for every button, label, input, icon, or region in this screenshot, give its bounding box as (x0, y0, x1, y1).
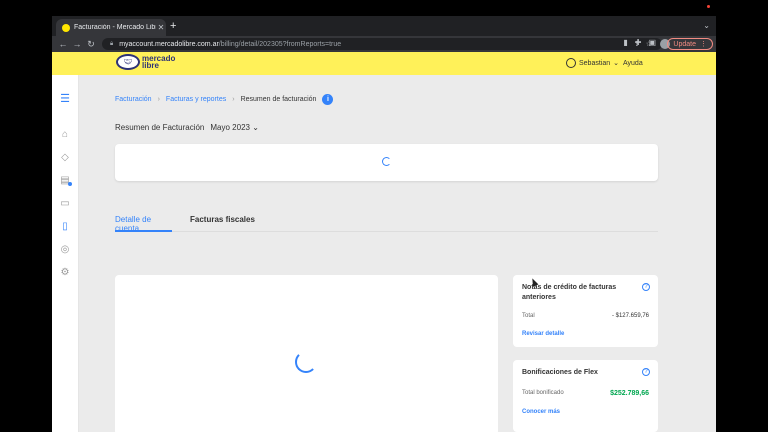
user-menu[interactable]: Sebastian ⌄ (566, 58, 619, 68)
mercadolibre-logo[interactable]: 🤝︎ mercado libre (116, 54, 175, 70)
summary-card (115, 144, 658, 181)
url-host: myaccount.mercadolibre.com.ar (119, 40, 219, 48)
payments-icon[interactable]: ▭ (59, 197, 71, 209)
update-label: Update (673, 40, 696, 48)
settings-gear-icon[interactable]: ⚙ (59, 266, 71, 278)
flex-title: Bonificaciones de Flex (522, 369, 598, 376)
tag-icon[interactable]: ◇ (59, 151, 71, 163)
address-bar[interactable]: 🔒︎ myaccount.mercadolibre.com.ar /billin… (102, 38, 662, 50)
extensions: ▮ ✚ ▣ (623, 38, 656, 47)
billing-icon[interactable]: ▯ (59, 220, 71, 232)
hamburger-menu-icon[interactable]: ☰ (59, 92, 71, 105)
loading-spinner-icon (295, 351, 317, 373)
info-icon[interactable]: i (322, 94, 334, 105)
forward-icon[interactable]: → (70, 39, 84, 49)
chevron-down-icon: ⌄ (252, 123, 259, 132)
store-icon[interactable]: ▤ (59, 174, 72, 186)
breadcrumb: Facturación › Facturas y reportes › Resu… (115, 94, 334, 105)
notification-dot (68, 182, 72, 186)
browser-tab[interactable]: Facturación - Mercado Libre ✕ (56, 19, 166, 36)
breadcrumb-facturas-reportes[interactable]: Facturas y reportes (166, 96, 226, 103)
period-value: Mayo 2023 (210, 123, 250, 132)
close-tab-icon[interactable]: ✕ (156, 23, 166, 32)
credit-notes-title: Notas de crédito de facturas anteriores (522, 284, 617, 301)
total-bonified-label: Total bonificado (522, 390, 564, 396)
handshake-logo-icon: 🤝︎ (116, 54, 140, 70)
help-question-icon[interactable]: ? (642, 283, 650, 291)
logo-text-line2: libre (142, 61, 159, 70)
tab-detalle-cuenta[interactable]: Detalle de cuenta (115, 215, 172, 233)
back-icon[interactable]: ← (56, 39, 70, 49)
user-name: Sebastian (579, 59, 611, 67)
review-detail-link[interactable]: Revisar detalle (522, 331, 564, 337)
tab-title: Facturación - Mercado Libre (74, 24, 156, 31)
user-icon (566, 58, 576, 68)
mercadolibre-favicon-icon (62, 23, 70, 32)
mercadolibre-header: 🤝︎ mercado libre Sebastian ⌄ Ayuda (52, 52, 716, 75)
sidepanel-icon[interactable]: ▣ (648, 38, 656, 47)
period-selector[interactable]: Mayo 2023 ⌄ (210, 123, 259, 132)
summary-label: Resumen de Facturación (115, 123, 205, 132)
breadcrumb-current: Resumen de facturación (240, 96, 317, 103)
puzzle-extensions-icon[interactable]: ✚ (635, 38, 642, 47)
total-label: Total (522, 313, 535, 319)
reload-icon[interactable]: ↻ (84, 39, 98, 50)
lock-icon: 🔒︎ (110, 40, 114, 47)
total-bonified-value: $252.789,66 (610, 390, 649, 397)
account-detail-card (115, 275, 498, 432)
help-question-icon[interactable]: ? (642, 368, 650, 376)
recording-indicator (707, 5, 710, 8)
update-button[interactable]: Update ⋮ (667, 38, 713, 50)
browser-toolbar: ← → ↻ 🔒︎ myaccount.mercadolibre.com.ar /… (52, 36, 716, 52)
tab-search-icon[interactable]: ⌄ (703, 21, 710, 30)
extension-icon[interactable]: ▮ (623, 38, 627, 47)
browser-window: Facturación - Mercado Libre ✕ + ⌄ ← → ↻ … (52, 16, 716, 432)
sidebar: ☰ ⌂ ◇ ▤ ▭ ▯ ◎ ⚙ (52, 75, 79, 432)
billing-summary-header: Resumen de Facturación Mayo 2023 ⌄ (115, 123, 259, 132)
breadcrumb-facturacion[interactable]: Facturación (115, 96, 152, 103)
learn-more-link[interactable]: Conocer más (522, 409, 560, 415)
more-menu-icon: ⋮ (700, 41, 707, 48)
chevron-down-icon: ⌄ (613, 60, 620, 67)
shopping-bag-icon[interactable]: ⌂ (59, 128, 71, 140)
flex-total-row: Total bonificado $252.789,66 (522, 390, 649, 397)
new-tab-button[interactable]: + (170, 20, 176, 32)
flex-bonus-card: Bonificaciones de Flex ? Total bonificad… (513, 360, 658, 432)
breadcrumb-chevron-icon: › (157, 96, 160, 103)
credit-notes-total-row: Total - $127.659,76 (522, 313, 649, 319)
total-value: - $127.659,76 (611, 313, 649, 319)
tab-bar: Facturación - Mercado Libre ✕ + ⌄ (52, 16, 716, 36)
profile-icon[interactable]: ◎ (59, 243, 71, 255)
tab-facturas-fiscales[interactable]: Facturas fiscales (190, 215, 255, 232)
loading-spinner-icon (382, 157, 391, 166)
breadcrumb-chevron-icon: › (232, 96, 235, 103)
tabs: Detalle de cuenta Facturas fiscales (115, 215, 658, 233)
help-link[interactable]: Ayuda (623, 60, 643, 67)
url-path: /billing/detail/202305?fromReports=true (218, 40, 342, 48)
